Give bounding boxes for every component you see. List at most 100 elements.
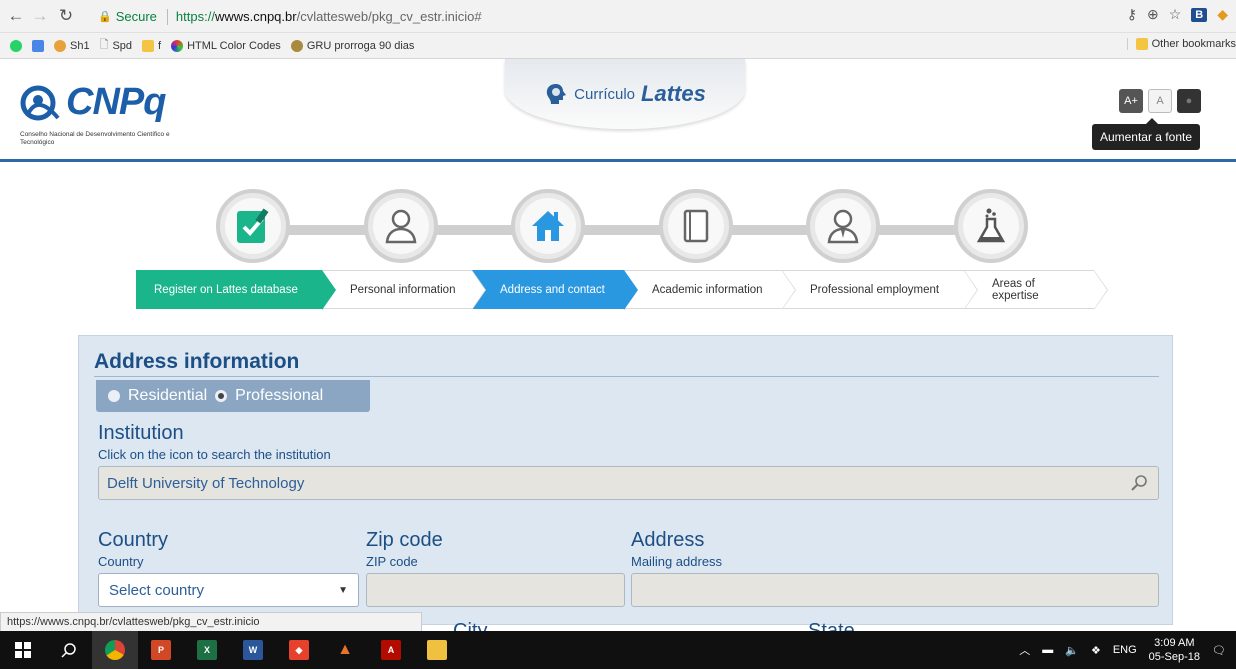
- back-icon[interactable]: ←: [6, 6, 26, 26]
- seal-icon: [290, 39, 303, 52]
- url-protocol: https://: [175, 9, 215, 24]
- step-icon-address[interactable]: [511, 189, 585, 263]
- url-bar[interactable]: 🔒 Secure https://wwws.cnpq.br/cvlatteswe…: [98, 4, 1078, 29]
- step-academic-information[interactable]: Academic information: [624, 270, 796, 310]
- institution-hint: Click on the icon to search the institut…: [98, 447, 331, 462]
- address-sublabel: Mailing address: [631, 554, 723, 569]
- star-icon[interactable]: ☆: [1169, 6, 1182, 23]
- radio-residential-label[interactable]: Residential: [128, 387, 207, 405]
- address-form-panel: Address information Residential Professi…: [78, 335, 1173, 642]
- address-type-radio-group: Residential Professional: [96, 380, 370, 412]
- color-wheel-icon: [171, 39, 184, 52]
- chevron-up-icon[interactable]: ︿: [1019, 642, 1030, 658]
- powerpoint-icon[interactable]: P: [138, 631, 184, 669]
- normal-font-button[interactable]: A: [1148, 89, 1172, 113]
- reload-icon[interactable]: ↻: [56, 6, 76, 26]
- url-separator: [166, 8, 168, 25]
- whatsapp-icon[interactable]: [10, 39, 22, 52]
- clock-date: 05-Sep-18: [1148, 651, 1201, 663]
- address-input[interactable]: [631, 573, 1159, 607]
- curriculo-lattes-tab[interactable]: Currículo Lattes: [505, 59, 745, 129]
- matlab-icon[interactable]: ▲: [322, 631, 368, 669]
- secure-label: Secure: [115, 9, 157, 24]
- bookmark-f[interactable]: f: [142, 39, 161, 52]
- app-red-icon[interactable]: ◆: [276, 631, 322, 669]
- clock[interactable]: 3:09 AM 05-Sep-18: [1149, 636, 1200, 664]
- page-icon: 🗋: [99, 39, 109, 51]
- folder-icon: [142, 39, 155, 52]
- book-icon: [683, 209, 709, 243]
- status-bar-url: https://wwws.cnpq.br/cvlattesweb/pkg_cv_…: [0, 612, 422, 632]
- key-icon[interactable]: ⚷: [1127, 6, 1137, 23]
- checklist-icon: [237, 208, 269, 243]
- form-title: Address information: [94, 350, 300, 373]
- font-tooltip: Aumentar a fonte: [1091, 118, 1200, 150]
- cnpq-subtitle: Conselho Nacional de Desenvolvimento Cie…: [20, 131, 170, 146]
- system-tray: ︿ ▬ 🔈 ❖ ENG 3:09 AM 05-Sep-18 🗨: [1019, 631, 1226, 669]
- word-icon[interactable]: W: [230, 631, 276, 669]
- radio-professional-label[interactable]: Professional: [235, 387, 323, 405]
- country-select[interactable]: Select country ▼: [98, 573, 359, 607]
- institution-label: Institution: [98, 422, 184, 444]
- home-icon: [532, 211, 564, 241]
- cnpq-logo[interactable]: CNPq: [18, 81, 166, 124]
- forward-icon[interactable]: →: [30, 6, 50, 26]
- tab-title: Lattes: [641, 81, 706, 106]
- step-professional-employment[interactable]: Professional employment: [782, 270, 978, 310]
- other-bookmarks[interactable]: Other bookmarks: [1126, 38, 1236, 50]
- site-header: CNPq Conselho Nacional de Desenvolviment…: [0, 59, 1236, 162]
- dropbox-icon[interactable]: ❖: [1091, 644, 1101, 657]
- step-personal-information[interactable]: Personal information: [322, 270, 486, 310]
- step-areas-of-expertise[interactable]: Areas of expertise: [964, 270, 1108, 310]
- step-icon-register[interactable]: [216, 189, 290, 263]
- zip-sublabel: ZIP code: [366, 554, 418, 569]
- chevron-down-icon: ▼: [338, 584, 348, 596]
- step-icon-professional[interactable]: [806, 189, 880, 263]
- clock-time: 3:09 AM: [1154, 637, 1195, 649]
- tab-prefix: Currículo: [574, 85, 636, 103]
- extension-b-icon[interactable]: B: [1191, 7, 1208, 22]
- file-explorer-icon[interactable]: [414, 631, 460, 669]
- translate-icon[interactable]: [32, 39, 44, 52]
- zoom-icon[interactable]: ⊕: [1147, 6, 1159, 23]
- lattes-head-icon: [546, 84, 567, 104]
- url-host: wwws.cnpq.br: [214, 9, 297, 24]
- battery-icon[interactable]: ▬: [1042, 644, 1053, 656]
- chrome-icon[interactable]: [92, 631, 138, 669]
- institution-value: Delft University of Technology: [107, 474, 305, 492]
- cnpq-logo-text: CNPq: [66, 81, 166, 123]
- contrast-button[interactable]: ●: [1177, 89, 1201, 113]
- language-indicator[interactable]: ENG: [1113, 644, 1137, 656]
- windows-start-icon[interactable]: [0, 631, 46, 669]
- increase-font-button[interactable]: A+: [1119, 89, 1143, 113]
- country-selected-value: Select country: [109, 581, 205, 599]
- radio-professional[interactable]: [215, 390, 228, 402]
- step-register[interactable]: Register on Lattes database: [136, 270, 336, 310]
- step-icon-personal[interactable]: [364, 189, 438, 263]
- bookmarks-bar: Sh1 🗋 Spd f HTML Color Codes GRU prorroga…: [0, 33, 1236, 59]
- excel-icon[interactable]: X: [184, 631, 230, 669]
- browser-toolbar: ← → ↻ 🔒 Secure https://wwws.cnpq.br/cvla…: [0, 0, 1236, 33]
- notifications-icon[interactable]: 🗨: [1212, 644, 1226, 657]
- country-label: Country: [98, 529, 169, 551]
- step-icon-academic[interactable]: [659, 189, 733, 263]
- step-address-and-contact[interactable]: Address and contact: [472, 270, 638, 310]
- zip-code-input[interactable]: [366, 573, 625, 607]
- step-icon-expertise[interactable]: [954, 189, 1028, 263]
- volume-icon[interactable]: 🔈: [1065, 644, 1079, 657]
- zip-label: Zip code: [366, 529, 443, 551]
- extension-bird-icon[interactable]: ◆: [1217, 6, 1228, 23]
- bookmark-gru[interactable]: GRU prorroga 90 dias: [290, 39, 414, 52]
- search-icon[interactable]: [1130, 474, 1148, 492]
- radio-residential[interactable]: [108, 390, 120, 402]
- bookmark-spd[interactable]: 🗋 Spd: [100, 36, 132, 55]
- acrobat-icon[interactable]: A: [368, 631, 414, 669]
- bookmark-sh1[interactable]: Sh1: [54, 39, 90, 52]
- institution-field[interactable]: Delft University of Technology: [98, 466, 1159, 500]
- wizard-steps: Register on Lattes database Personal inf…: [136, 270, 1108, 310]
- bookmark-html-color-codes[interactable]: HTML Color Codes: [171, 39, 281, 52]
- lock-icon: 🔒: [98, 11, 112, 23]
- search-icon[interactable]: [46, 631, 92, 669]
- worker-icon: [827, 209, 859, 244]
- font-size-controls: A+ A ●: [1119, 89, 1201, 113]
